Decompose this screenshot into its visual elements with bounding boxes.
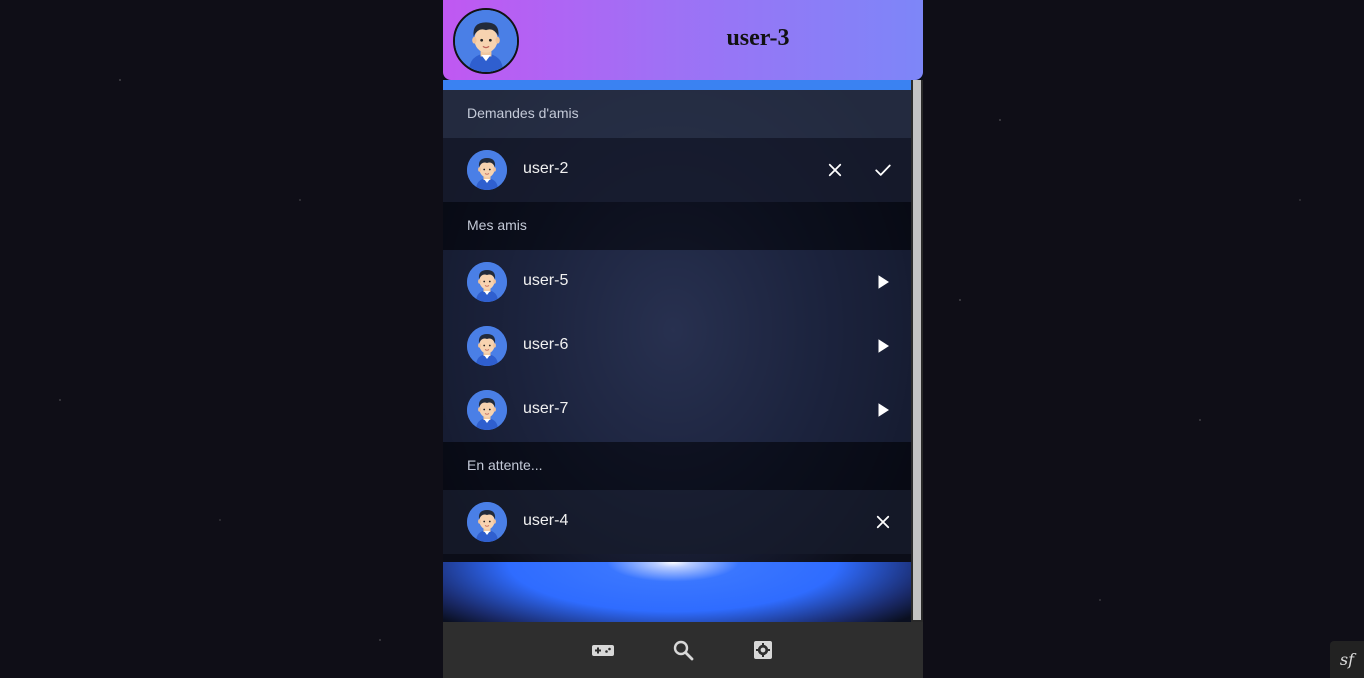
play-icon xyxy=(878,339,889,353)
profile-username: user-3 xyxy=(726,25,790,51)
accept-request-button[interactable] xyxy=(867,154,899,186)
close-icon xyxy=(828,163,842,177)
section-pending: En attente... xyxy=(443,442,911,490)
user-avatar-icon xyxy=(467,150,507,190)
user-avatar-icon xyxy=(467,390,507,430)
background-glow xyxy=(443,562,911,622)
play-button[interactable] xyxy=(867,394,899,426)
friend-request-name: user-2 xyxy=(523,160,569,177)
bottom-nav xyxy=(443,622,923,678)
profile-header: user-3 xyxy=(443,0,923,80)
play-icon xyxy=(878,275,889,289)
user-avatar-icon[interactable] xyxy=(453,8,519,74)
search-button[interactable] xyxy=(668,636,698,664)
play-button[interactable] xyxy=(867,330,899,362)
decline-request-button[interactable] xyxy=(819,154,851,186)
user-avatar-icon xyxy=(467,262,507,302)
user-avatar-icon xyxy=(467,502,507,542)
scrollbar-thumb[interactable] xyxy=(913,80,921,620)
play-icon xyxy=(878,403,889,417)
search-icon xyxy=(673,640,694,661)
friends-list: Demandes d'amis user-2 Mes amis user-5 u… xyxy=(443,90,911,622)
play-button[interactable] xyxy=(867,266,899,298)
section-friend-requests: Demandes d'amis xyxy=(443,90,911,138)
check-icon xyxy=(875,164,891,176)
friend-row[interactable]: user-6 xyxy=(443,314,911,378)
scrollbar[interactable] xyxy=(911,80,923,622)
close-icon xyxy=(876,515,890,529)
friend-row[interactable]: user-7 xyxy=(443,378,911,442)
gamepad-icon xyxy=(592,645,614,656)
pending-row: user-4 xyxy=(443,490,911,554)
header-accent-bar xyxy=(443,80,911,90)
friends-panel: user-3 Demandes d'amis user-2 Mes amis u… xyxy=(443,0,923,678)
section-my-friends: Mes amis xyxy=(443,202,911,250)
symfony-badge-text: sf xyxy=(1339,650,1355,669)
friend-row[interactable]: user-5 xyxy=(443,250,911,314)
friend-name: user-6 xyxy=(523,336,569,353)
settings-button[interactable] xyxy=(748,636,778,664)
symfony-icon[interactable]: sf xyxy=(1330,641,1364,678)
friend-name: user-5 xyxy=(523,272,569,289)
pending-name: user-4 xyxy=(523,512,569,529)
friend-request-row: user-2 xyxy=(443,138,911,202)
settings-icon xyxy=(754,641,772,659)
cancel-request-button[interactable] xyxy=(867,506,899,538)
user-avatar-icon xyxy=(467,326,507,366)
friend-name: user-7 xyxy=(523,400,569,417)
games-button[interactable] xyxy=(588,636,618,664)
